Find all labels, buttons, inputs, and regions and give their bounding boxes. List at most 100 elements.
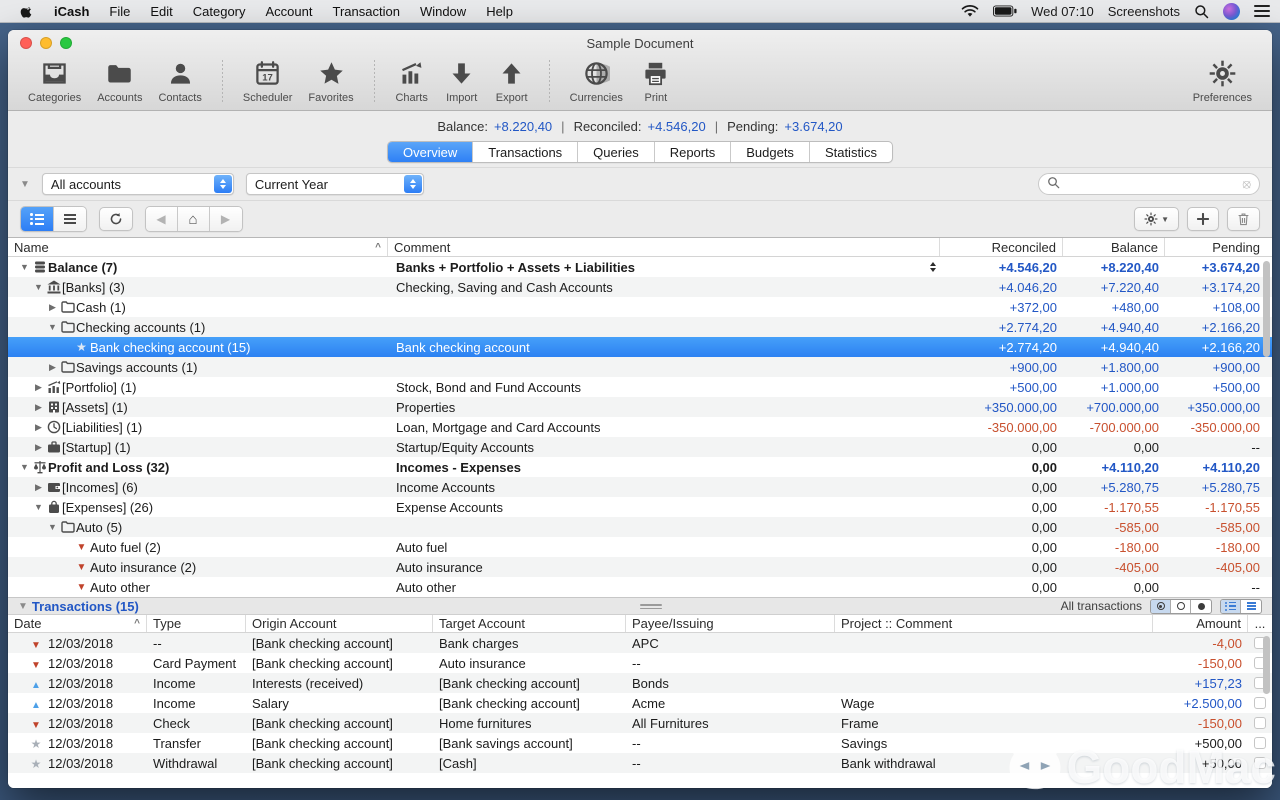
transactions-column-header-origin-account[interactable]: Origin Account (246, 615, 433, 632)
tab-queries[interactable]: Queries (578, 142, 655, 162)
transactions-disclosure-triangle[interactable]: ▼ (18, 601, 28, 612)
add-button[interactable] (1187, 207, 1219, 231)
flat-view-button[interactable] (54, 207, 86, 231)
transaction-row[interactable]: ▼12/03/2018Card Payment[Bank checking ac… (8, 653, 1272, 673)
disclosure-triangle[interactable]: ▶ (32, 382, 45, 393)
transactions-column-header-date[interactable]: Date^ (8, 615, 147, 632)
menu-item-edit[interactable]: Edit (140, 4, 182, 19)
account-row[interactable]: ▶Cash (1)+372,00+480,00+108,00 (8, 297, 1272, 317)
minimize-window-button[interactable] (40, 37, 52, 49)
menu-screenshots-label[interactable]: Screenshots (1108, 4, 1180, 19)
overview-column-header-balance[interactable]: Balance (1063, 238, 1165, 256)
account-row[interactable]: ▼[Banks] (3)Checking, Saving and Cash Ac… (8, 277, 1272, 297)
transactions-scrollbar[interactable] (1263, 636, 1270, 694)
reconcile-checkbox[interactable] (1254, 697, 1266, 709)
account-row[interactable]: ▼Auto insurance (2)Auto insurance0,00-40… (8, 557, 1272, 577)
overview-scrollbar[interactable] (1263, 261, 1270, 357)
account-row[interactable]: ▶Savings accounts (1)+900,00+1.800,00+90… (8, 357, 1272, 377)
menu-item-help[interactable]: Help (476, 4, 523, 19)
search-input[interactable] (1065, 177, 1237, 192)
overview-column-header-name[interactable]: Name^ (8, 238, 388, 256)
detailed-list-button[interactable] (1221, 600, 1241, 613)
actions-gear-button[interactable]: ▼ (1134, 207, 1179, 231)
forward-button[interactable]: ▶ (210, 207, 242, 231)
account-row[interactable]: ▼Auto otherAuto other0,000,00-- (8, 577, 1272, 597)
account-row[interactable]: ▶[Liabilities] (1)Loan, Mortgage and Car… (8, 417, 1272, 437)
transactions-column-header-type[interactable]: Type (147, 615, 246, 632)
account-row[interactable]: ▼Profit and Loss (32)Incomes - Expenses0… (8, 457, 1272, 477)
simple-list-button[interactable] (1241, 600, 1261, 613)
toolbar-currencies-button[interactable]: Currencies (564, 58, 629, 106)
transaction-row[interactable]: ★12/03/2018Withdrawal[Bank checking acco… (8, 753, 1272, 773)
reconcile-checkbox[interactable] (1254, 757, 1266, 769)
notification-center-icon[interactable] (1254, 5, 1270, 17)
transaction-row[interactable]: ▲12/03/2018IncomeInterests (received)[Ba… (8, 673, 1272, 693)
disclosure-triangle[interactable]: ▼ (46, 522, 59, 532)
zoom-window-button[interactable] (60, 37, 72, 49)
account-row[interactable]: ▼Auto (5)0,00-585,00-585,00 (8, 517, 1272, 537)
transactions-column-header-target-account[interactable]: Target Account (433, 615, 626, 632)
account-row[interactable]: ▼Checking accounts (1)+2.774,20+4.940,40… (8, 317, 1272, 337)
account-row[interactable]: ▶[Startup] (1)Startup/Equity Accounts0,0… (8, 437, 1272, 457)
account-row[interactable]: ★Bank checking account (15)Bank checking… (8, 337, 1272, 357)
toolbar-scheduler-button[interactable]: 17Scheduler (237, 58, 299, 106)
title-bar[interactable]: Sample Document (8, 30, 1272, 56)
spotlight-search-icon[interactable] (1194, 4, 1209, 19)
transaction-row[interactable]: ▼12/03/2018--[Bank checking account]Bank… (8, 633, 1272, 653)
filter-pending-button[interactable] (1171, 600, 1191, 613)
refresh-button[interactable] (99, 207, 133, 231)
menu-item-transaction[interactable]: Transaction (323, 4, 410, 19)
disclosure-triangle[interactable]: ▶ (46, 362, 59, 373)
account-row[interactable]: ▼[Expenses] (26)Expense Accounts0,00-1.1… (8, 497, 1272, 517)
filter-reconciled-button[interactable] (1191, 600, 1211, 613)
disclosure-triangle[interactable]: ▶ (32, 482, 45, 493)
transactions-column-header-amount[interactable]: Amount (1153, 615, 1248, 632)
overview-column-header-comment[interactable]: Comment (388, 238, 940, 256)
account-row[interactable]: ▶[Assets] (1)Properties+350.000,00+700.0… (8, 397, 1272, 417)
disclosure-triangle[interactable]: ▶ (32, 422, 45, 433)
disclosure-triangle[interactable]: ▶ (32, 402, 45, 413)
tab-budgets[interactable]: Budgets (731, 142, 810, 162)
disclosure-triangle[interactable]: ▼ (32, 282, 45, 292)
toolbar-accounts-button[interactable]: Accounts (91, 58, 148, 106)
disclosure-triangle[interactable]: ▼ (46, 322, 59, 332)
overview-column-header-pending[interactable]: Pending (1165, 238, 1272, 256)
close-window-button[interactable] (20, 37, 32, 49)
menu-item-window[interactable]: Window (410, 4, 476, 19)
transactions-column-header-payee-issuing[interactable]: Payee/Issuing (626, 615, 835, 632)
tree-view-button[interactable] (21, 207, 54, 231)
menu-app-name[interactable]: iCash (44, 4, 99, 19)
transactions-column-header-project-comment[interactable]: Project :: Comment (835, 615, 1153, 632)
filter-all-button[interactable] (1151, 600, 1171, 613)
siri-icon[interactable] (1223, 3, 1240, 20)
transaction-row[interactable]: ▲12/03/2018IncomeSalary[Bank checking ac… (8, 693, 1272, 713)
account-row[interactable]: ▶[Portfolio] (1)Stock, Bond and Fund Acc… (8, 377, 1272, 397)
disclosure-triangle[interactable]: ▼ (32, 502, 45, 512)
toolbar-preferences-button[interactable]: Preferences (1187, 58, 1258, 106)
toolbar-import-button[interactable]: Import (439, 58, 485, 106)
menu-clock[interactable]: Wed 07:10 (1031, 4, 1094, 19)
accounts-select[interactable]: All accounts (42, 173, 234, 195)
disclosure-triangle[interactable]: ▼ (18, 262, 31, 272)
reconcile-checkbox[interactable] (1254, 717, 1266, 729)
disclosure-triangle[interactable]: ▶ (32, 442, 45, 453)
overview-column-header-reconciled[interactable]: Reconciled (940, 238, 1063, 256)
search-field[interactable]: ⦻ (1038, 173, 1260, 195)
home-button[interactable]: ⌂ (178, 207, 210, 231)
tab-reports[interactable]: Reports (655, 142, 732, 162)
toolbar-print-button[interactable]: Print (633, 58, 679, 106)
reconcile-checkbox[interactable] (1254, 737, 1266, 749)
disclosure-triangle[interactable]: ▶ (46, 302, 59, 313)
tab-statistics[interactable]: Statistics (810, 142, 892, 162)
filters-disclosure-triangle[interactable]: ▼ (20, 179, 30, 190)
account-row[interactable]: ▶[Incomes] (6)Income Accounts0,00+5.280,… (8, 477, 1272, 497)
tab-overview[interactable]: Overview (388, 142, 473, 162)
delete-button[interactable] (1227, 207, 1260, 231)
transactions-column-header-more[interactable]: ... (1248, 615, 1272, 632)
menu-item-category[interactable]: Category (183, 4, 256, 19)
battery-icon[interactable] (993, 5, 1017, 17)
clear-search-icon[interactable]: ⦻ (1242, 176, 1251, 192)
tab-transactions[interactable]: Transactions (473, 142, 578, 162)
toolbar-charts-button[interactable]: Charts (389, 58, 435, 106)
toolbar-favorites-button[interactable]: Favorites (302, 58, 359, 106)
